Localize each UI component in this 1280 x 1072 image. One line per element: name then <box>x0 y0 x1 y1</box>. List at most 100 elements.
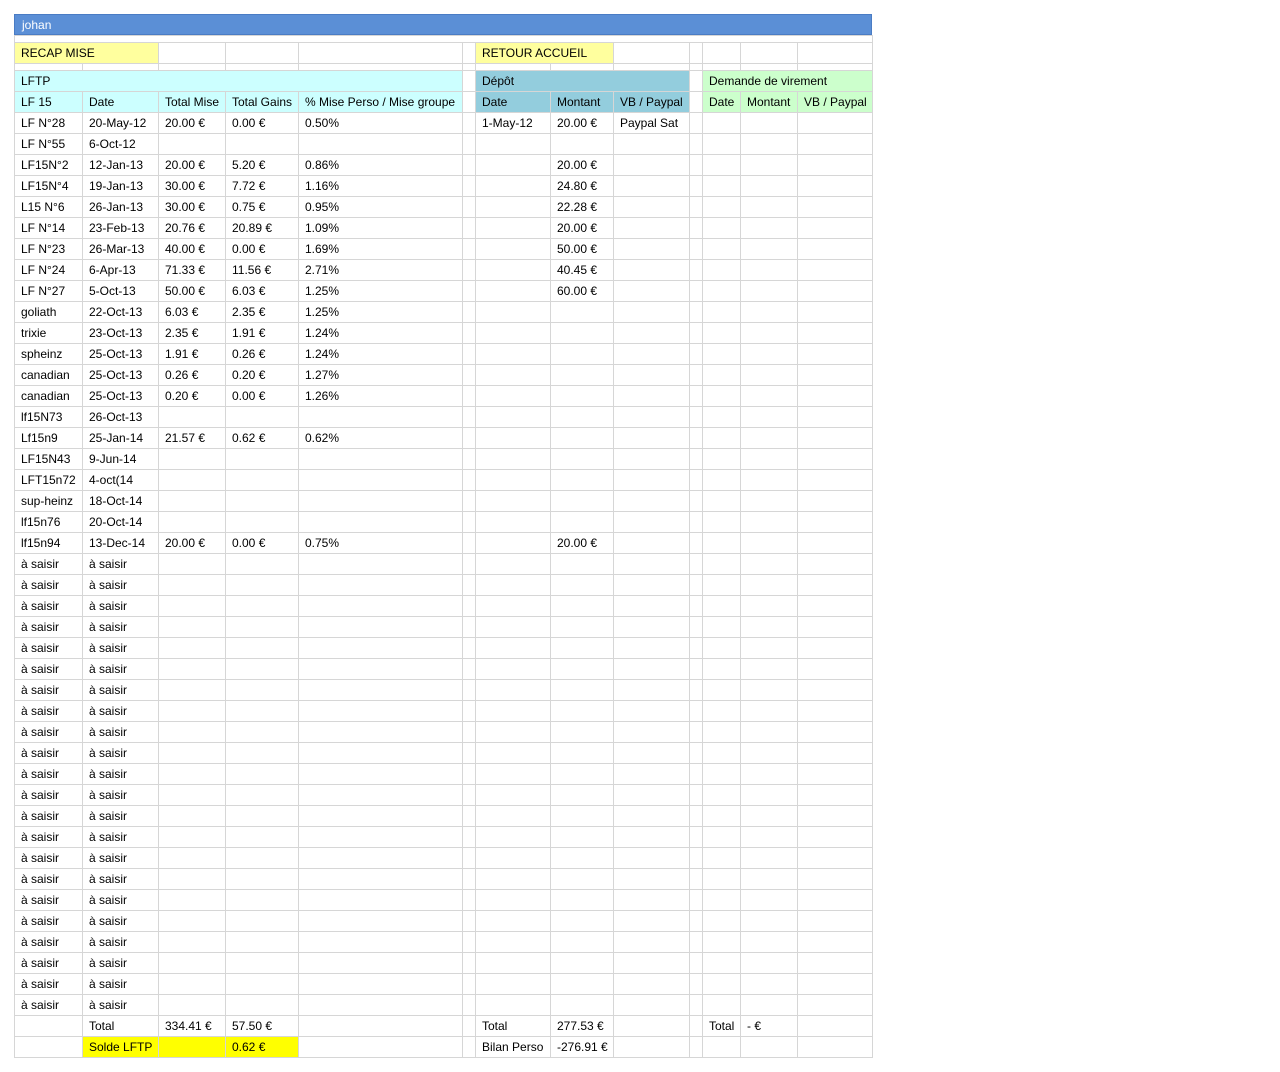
cell-lf[interactable]: LF N°27 <box>14 280 83 302</box>
cell-virement-montant[interactable] <box>740 763 798 785</box>
cell-date[interactable]: 18-Oct-14 <box>82 490 159 512</box>
cell-depot-montant[interactable] <box>550 763 614 785</box>
cell-lf[interactable]: à saisir <box>14 658 83 680</box>
cell-empty[interactable] <box>689 1015 703 1037</box>
cell-depot-vb[interactable] <box>613 763 690 785</box>
cell-virement-date[interactable] <box>702 133 741 155</box>
cell-total-mise[interactable]: 1.91 € <box>158 343 226 365</box>
cell-virement-date[interactable] <box>702 238 741 260</box>
solde-lftp-label[interactable]: Solde LFTP <box>82 1036 159 1058</box>
cell-total-gains[interactable] <box>225 511 299 533</box>
cell-lf[interactable]: goliath <box>14 301 83 323</box>
cell-lf[interactable]: sup-heinz <box>14 490 83 512</box>
cell-total-mise[interactable]: 30.00 € <box>158 175 226 197</box>
cell-depot-date[interactable] <box>475 280 551 302</box>
cell-pct[interactable] <box>298 784 463 806</box>
cell-pct[interactable]: 0.95% <box>298 196 463 218</box>
cell-empty[interactable] <box>462 196 476 218</box>
cell-virement-montant[interactable] <box>740 574 798 596</box>
cell-empty[interactable] <box>14 1036 83 1058</box>
cell-depot-date[interactable] <box>475 721 551 743</box>
cell-virement-date[interactable] <box>702 700 741 722</box>
cell-empty[interactable] <box>462 784 476 806</box>
cell-virement-date[interactable] <box>702 112 741 134</box>
cell-virement-montant[interactable] <box>740 448 798 470</box>
cell-date[interactable]: à saisir <box>82 931 159 953</box>
cell-virement-date[interactable] <box>702 889 741 911</box>
cell-virement-date[interactable] <box>702 301 741 323</box>
cell-empty[interactable] <box>462 679 476 701</box>
cell-empty[interactable] <box>689 784 703 806</box>
cell-empty[interactable] <box>462 532 476 554</box>
cell-depot-montant[interactable] <box>550 448 614 470</box>
cell-pct[interactable] <box>298 406 463 428</box>
cell-depot-vb[interactable] <box>613 595 690 617</box>
cell-date[interactable]: à saisir <box>82 994 159 1016</box>
cell-pct[interactable] <box>298 721 463 743</box>
cell-depot-vb[interactable] <box>613 910 690 932</box>
cell-virement-vb[interactable] <box>796 784 874 806</box>
cell-virement-date[interactable] <box>702 196 741 218</box>
cell-total-mise[interactable] <box>158 637 226 659</box>
cell-depot-date[interactable] <box>475 595 551 617</box>
cell-total-mise[interactable] <box>158 889 226 911</box>
cell-empty[interactable] <box>689 889 703 911</box>
cell-total-mise[interactable] <box>158 511 226 533</box>
cell-pct[interactable] <box>298 637 463 659</box>
cell-virement-date[interactable] <box>702 217 741 239</box>
cell-depot-vb[interactable] <box>613 154 690 176</box>
cell-total-mise[interactable] <box>158 658 226 680</box>
cell-virement-vb[interactable] <box>796 595 874 617</box>
cell-pct[interactable]: 0.75% <box>298 532 463 554</box>
cell-virement-vb[interactable] <box>796 238 874 260</box>
cell-lf[interactable]: canadian <box>14 385 83 407</box>
cell-total-mise[interactable] <box>158 616 226 638</box>
cell-virement-montant[interactable] <box>740 301 798 323</box>
cell-depot-vb[interactable] <box>613 553 690 575</box>
cell-virement-vb[interactable] <box>796 301 874 323</box>
cell-pct[interactable]: 0.62% <box>298 427 463 449</box>
cell-virement-vb[interactable] <box>796 742 874 764</box>
cell-depot-vb[interactable] <box>613 259 690 281</box>
cell-depot-montant[interactable] <box>550 427 614 449</box>
cell-empty[interactable] <box>462 553 476 575</box>
cell-virement-vb[interactable] <box>796 910 874 932</box>
cell-total-mise[interactable]: 20.00 € <box>158 154 226 176</box>
cell-depot-montant[interactable] <box>550 952 614 974</box>
cell-date[interactable]: 23-Oct-13 <box>82 322 159 344</box>
cell-depot-vb[interactable] <box>613 322 690 344</box>
total-mise-value[interactable]: 334.41 € <box>158 1015 226 1037</box>
cell-virement-date[interactable] <box>702 952 741 974</box>
cell-depot-montant[interactable] <box>550 595 614 617</box>
cell-lf[interactable]: L15 N°6 <box>14 196 83 218</box>
cell-depot-montant[interactable] <box>550 721 614 743</box>
cell-virement-vb[interactable] <box>796 637 874 659</box>
cell-depot-montant[interactable] <box>550 826 614 848</box>
cell-pct[interactable] <box>298 826 463 848</box>
cell-depot-date[interactable] <box>475 637 551 659</box>
cell-date[interactable]: 5-Oct-13 <box>82 280 159 302</box>
cell-pct[interactable] <box>298 469 463 491</box>
cell-empty[interactable] <box>462 301 476 323</box>
cell-date[interactable]: 26-Jan-13 <box>82 196 159 218</box>
cell-virement-date[interactable] <box>702 784 741 806</box>
cell-total-gains[interactable] <box>225 574 299 596</box>
cell-depot-montant[interactable]: 20.00 € <box>550 217 614 239</box>
cell-pct[interactable] <box>298 847 463 869</box>
cell-date[interactable]: 6-Apr-13 <box>82 259 159 281</box>
cell-total-mise[interactable] <box>158 910 226 932</box>
cell-total-mise[interactable] <box>158 595 226 617</box>
cell-empty[interactable] <box>462 343 476 365</box>
cell-virement-montant[interactable] <box>740 322 798 344</box>
cell-total-gains[interactable] <box>225 952 299 974</box>
cell-empty[interactable] <box>689 952 703 974</box>
cell-empty[interactable] <box>689 742 703 764</box>
cell-virement-date[interactable] <box>702 679 741 701</box>
cell-depot-montant[interactable] <box>550 301 614 323</box>
cell-depot-montant[interactable] <box>550 658 614 680</box>
cell-virement-vb[interactable] <box>796 175 874 197</box>
cell-empty[interactable] <box>462 133 476 155</box>
cell-empty[interactable] <box>462 805 476 827</box>
cell-lf[interactable]: à saisir <box>14 637 83 659</box>
cell-empty[interactable] <box>689 490 703 512</box>
